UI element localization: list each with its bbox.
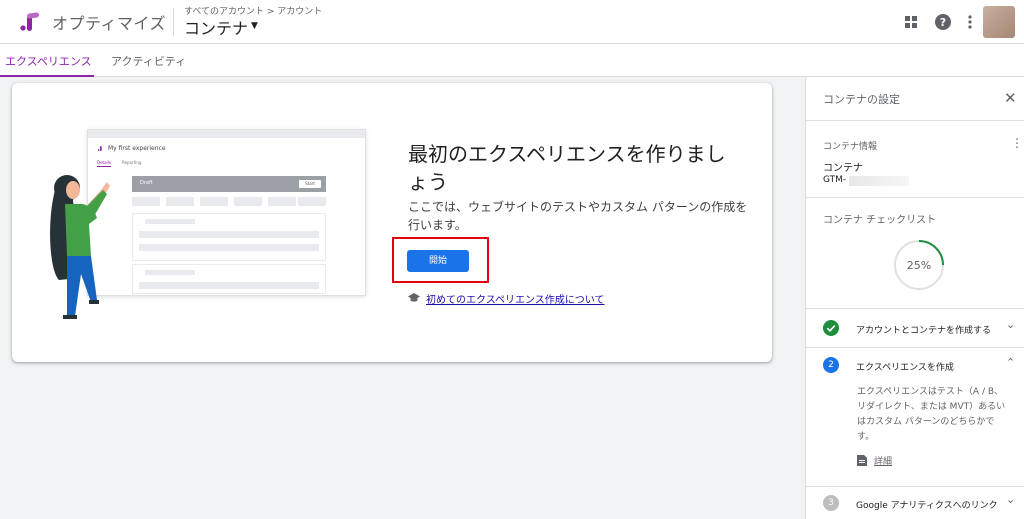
step-number-badge: 2 (823, 357, 839, 373)
mockup-draft-bar: Draft Start (132, 176, 326, 192)
checklist-label: コンテナ チェックリスト (823, 215, 937, 226)
mockup-draft-label: Draft (140, 180, 153, 186)
mockup-logo-icon (97, 146, 102, 151)
first-experience-help-link[interactable]: 初めてのエクスペリエンス作成について (426, 291, 605, 306)
step-label: アカウントとコンテナを作成する (856, 326, 992, 336)
mockup-line (145, 270, 195, 275)
mockup-panel (132, 264, 326, 294)
mockup-title: My first experience (108, 145, 166, 152)
checklist-step-1[interactable]: アカウントとコンテナを作成する ⌄ (806, 309, 1024, 347)
mockup-chip (166, 197, 194, 206)
check-circle-icon (823, 320, 839, 336)
document-icon (857, 455, 867, 466)
apps-grid-icon[interactable] (900, 11, 922, 33)
experience-mockup-illustration: My first experience Details Reporting Dr… (87, 129, 366, 296)
header-divider (173, 8, 174, 36)
container-label: コンテナ (823, 163, 863, 174)
chevron-down-icon[interactable]: ⌄ (1006, 493, 1015, 506)
help-icon[interactable]: ? (932, 11, 954, 33)
tab-bar: エクスペリエンス アクティビティ (0, 44, 1024, 77)
container-id: GTM- (823, 175, 847, 185)
empty-state-title: 最初のエクスペリエンスを作りましょう (408, 142, 726, 194)
checklist-step-3[interactable]: 3 Google アナリティクスへのリンク ⌄ (806, 487, 1024, 519)
caret-down-icon[interactable]: ▼ (251, 21, 258, 31)
step-label: エクスペリエンスを作成 (856, 363, 954, 373)
active-tab-indicator (0, 75, 94, 77)
tab-activity[interactable]: アクティビティ (111, 53, 186, 69)
avatar[interactable] (983, 6, 1015, 38)
empty-state-description: ここでは、ウェブサイトのテストやカスタム パターンの作成を行います。 (408, 200, 748, 232)
more-vert-icon[interactable]: ⋮ (1011, 136, 1023, 150)
optimize-logo-icon[interactable] (18, 10, 42, 34)
mockup-window-bar (88, 130, 365, 138)
school-icon (408, 293, 420, 302)
container-info-label: コンテナ情報 (823, 142, 878, 152)
divider (806, 120, 1024, 121)
chevron-down-icon[interactable]: ⌄ (1006, 318, 1015, 331)
close-icon[interactable]: ✕ (1004, 89, 1017, 107)
mockup-tab-reporting: Reporting (122, 160, 142, 165)
woman-illustration (50, 175, 110, 319)
mockup-chip (268, 197, 296, 206)
app-name[interactable]: オプティマイズ (52, 10, 166, 34)
step-label: Google アナリティクスへのリンク (856, 501, 998, 511)
chevron-up-icon[interactable]: ⌃ (1006, 356, 1015, 369)
panel-title: コンテナの設定 (823, 93, 900, 106)
step-description: エクスペリエンスはテスト（A / B、リダイレクト、または MVT）あるいはカス… (857, 387, 1006, 442)
container-selector[interactable]: コンテナ (184, 15, 248, 39)
mockup-chip (132, 197, 160, 206)
start-button[interactable]: 開始 (407, 250, 469, 272)
divider (806, 197, 1024, 198)
mockup-chip (234, 197, 262, 206)
mockup-chip (200, 197, 228, 206)
mockup-line (139, 244, 319, 251)
mockup-start-button: Start (299, 180, 321, 188)
more-vert-icon[interactable] (959, 11, 981, 33)
mockup-line (139, 231, 319, 238)
container-settings-panel: コンテナの設定 ✕ コンテナ情報 ⋮ コンテナ GTM- コンテナ チェックリス… (805, 77, 1024, 519)
mockup-line (145, 219, 195, 224)
svg-text:?: ? (940, 16, 946, 29)
mockup-chip (298, 197, 326, 206)
mockup-panel (132, 213, 326, 261)
mockup-line (139, 282, 319, 289)
tab-experiences[interactable]: エクスペリエンス (5, 53, 92, 69)
app-header: オプティマイズ すべてのアカウント > アカウント コンテナ ▼ ? (0, 0, 1024, 44)
progress-ring: 25% (894, 240, 944, 290)
details-link[interactable]: 詳細 (874, 454, 892, 467)
step-number-badge: 3 (823, 495, 839, 511)
progress-text: 25% (907, 259, 931, 272)
container-id-redacted (849, 176, 909, 186)
